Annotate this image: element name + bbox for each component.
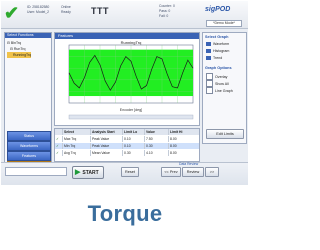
nav-status-button[interactable]: Status xyxy=(7,131,51,141)
waveform-swatch-icon xyxy=(206,42,211,46)
table-header-row: Select Analysis Start Limit Lo Value Lim… xyxy=(55,129,199,135)
line-graph-checkbox[interactable]: Line Graph xyxy=(206,87,233,94)
pass-label: Pass: 0 xyxy=(159,9,171,13)
fail-label: Fail: 0 xyxy=(159,14,169,18)
nav-waveforms-button[interactable]: Waveforms xyxy=(7,141,51,151)
nav-features-button[interactable]: Features xyxy=(7,151,51,161)
checkbox-icon xyxy=(206,80,213,87)
function-tree: ⊟ BlnTrq ⊟ RunTrq RunningTrq xyxy=(7,40,32,58)
histogram-swatch-icon xyxy=(206,49,211,53)
play-icon: ▶ xyxy=(75,169,81,176)
counter-label: Counter: 0 xyxy=(159,4,175,8)
start-button[interactable]: ▶ START xyxy=(72,166,104,179)
waveform-chart: RunningTrq Encoder [deg] xyxy=(68,40,194,120)
mode-indicator: *Demo Mode* xyxy=(206,20,242,27)
checkbox-icon xyxy=(206,73,213,80)
pass-check-icon: ✔ xyxy=(4,3,20,23)
status-online: Online xyxy=(61,5,71,9)
graph-options-header: Graph Options xyxy=(205,66,232,70)
caption: Torque xyxy=(87,201,163,226)
show-all-checkbox[interactable]: Show All xyxy=(206,80,229,87)
message-field[interactable] xyxy=(5,167,67,176)
tree-item-selected[interactable]: RunningTrq xyxy=(7,52,32,58)
app-screen: ✔ ID: 258182580 User: Model_2 Online Rea… xyxy=(1,1,248,185)
trend-swatch-icon xyxy=(206,56,211,60)
checkbox-icon xyxy=(206,87,213,94)
graph-options-panel: Select Graph Waveform Histogram Trend Gr… xyxy=(202,32,247,144)
overlay-checkbox[interactable]: Overlay xyxy=(206,73,227,80)
next-button[interactable]: >> xyxy=(205,167,219,177)
app-logo: sigPOD xyxy=(205,6,231,13)
table-row[interactable]: ✓ Max Trq Peak Value 0.10 7.50 8.00 xyxy=(55,136,199,142)
chart-panel: Features RunningTrq Encoder [deg] xyxy=(54,32,200,126)
review-button[interactable]: Review xyxy=(182,167,204,177)
user-label: User: Model_2 xyxy=(27,10,50,14)
id-label: ID: 258182580 xyxy=(27,5,50,9)
chart-title: RunningTrq xyxy=(121,40,142,45)
table-row[interactable]: ✓ Min Trq Peak Value 0.10 0.30 8.00 xyxy=(55,143,199,149)
edit-limits-button[interactable]: Edit Limits xyxy=(206,129,244,139)
x-axis-label: Encoder [deg] xyxy=(120,108,142,112)
function-panel: Select Functions ⊟ BlnTrq ⊟ RunTrq Runni… xyxy=(4,32,52,177)
prev-button[interactable]: << Prev xyxy=(161,167,181,177)
reset-button[interactable]: Reset xyxy=(121,167,139,177)
histogram-option[interactable]: Histogram xyxy=(206,49,229,53)
function-panel-header: Select Functions xyxy=(5,33,51,38)
page-title: TTT xyxy=(91,6,109,16)
data-review-label: Data Review xyxy=(179,162,199,166)
select-graph-header: Select Graph xyxy=(205,35,229,39)
features-table: Select Analysis Start Limit Lo Value Lim… xyxy=(54,128,200,162)
chart-scrollbar xyxy=(68,114,194,120)
bottom-toolbar: Reset Data Review << Prev Review >> xyxy=(1,162,248,185)
header-bar: ✔ ID: 258182580 User: Model_2 Online Rea… xyxy=(1,1,248,29)
waveform-option[interactable]: Waveform xyxy=(206,42,229,46)
status-ready: Ready xyxy=(61,10,71,14)
table-row[interactable]: ✓ Avg Trq Mean Value 0.30 4.10 8.00 xyxy=(55,150,199,156)
trend-option[interactable]: Trend xyxy=(206,56,222,60)
